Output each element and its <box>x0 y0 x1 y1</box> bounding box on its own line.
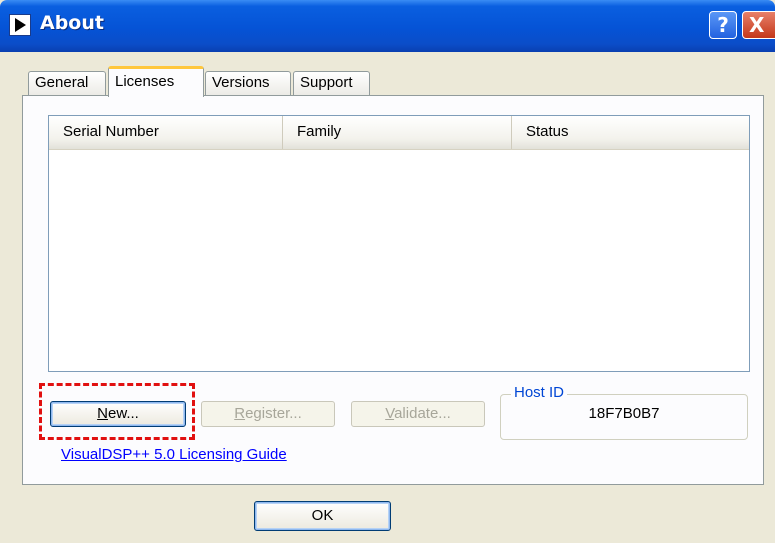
register-button-mnemonic: R <box>234 405 246 422</box>
register-button[interactable]: Register... <box>201 401 335 427</box>
host-id-value: 18F7B0B7 <box>588 405 660 422</box>
about-dialog: About ? X General Licenses Versions Supp… <box>0 0 775 543</box>
validate-button-mnemonic: V <box>385 405 395 422</box>
licenses-list[interactable]: Serial Number Family Status <box>48 115 750 372</box>
tab-support[interactable]: Support <box>293 71 370 95</box>
title-bar[interactable]: About ? X <box>0 0 775 52</box>
help-icon[interactable]: ? <box>709 11 737 39</box>
highlight-annotation <box>39 383 195 440</box>
tab-general[interactable]: General <box>28 71 106 95</box>
host-id-label: Host ID <box>511 384 568 401</box>
ok-button[interactable]: OK <box>254 501 391 531</box>
column-header-family[interactable]: Family <box>283 116 512 149</box>
app-play-icon <box>9 14 31 36</box>
register-button-label: egister... <box>245 405 302 422</box>
tab-versions[interactable]: Versions <box>205 71 291 95</box>
window-title: About <box>40 12 104 34</box>
validate-button-label: alidate... <box>394 405 451 422</box>
validate-button[interactable]: Validate... <box>351 401 485 427</box>
licensing-guide-link[interactable]: VisualDSP++ 5.0 Licensing Guide <box>61 446 287 463</box>
column-header-serial-number[interactable]: Serial Number <box>49 116 283 149</box>
close-icon[interactable]: X <box>742 11 775 39</box>
tab-licenses[interactable]: Licenses <box>108 66 204 97</box>
list-header: Serial Number Family Status <box>49 116 749 150</box>
column-header-status[interactable]: Status <box>512 116 749 149</box>
host-id-group: Host ID 18F7B0B7 <box>500 384 748 440</box>
